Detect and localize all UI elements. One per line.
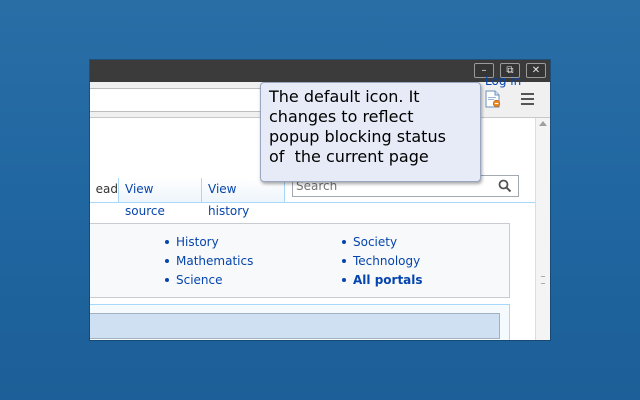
title-bar: – ⧉ ✕ xyxy=(90,60,550,82)
popup-icon-tooltip: The default icon. It changes to reflect … xyxy=(260,82,481,182)
scroll-up-arrow-icon[interactable] xyxy=(539,121,547,126)
popup-blocker-icon[interactable] xyxy=(485,90,501,108)
tab-view-source[interactable]: View source xyxy=(118,178,201,218)
tooltip-line: of the current page xyxy=(269,147,429,166)
portal-link-technology[interactable]: Technology xyxy=(341,254,420,268)
hamburger-menu-icon[interactable] xyxy=(521,93,534,105)
featured-box xyxy=(90,304,510,340)
portal-link-all-portals[interactable]: All portals xyxy=(342,273,423,287)
tab-read[interactable]: ead xyxy=(90,178,118,202)
vertical-scrollbar[interactable] xyxy=(535,118,550,340)
tooltip-line: popup blocking status xyxy=(269,127,446,146)
portals-box xyxy=(90,223,510,298)
portal-link-society[interactable]: Society xyxy=(341,235,397,249)
portal-link-history[interactable]: History xyxy=(165,235,219,249)
tabs-divider xyxy=(90,202,535,203)
featured-header xyxy=(90,313,500,339)
tooltip-line: The default icon. It xyxy=(269,87,420,106)
tooltip-line: changes to reflect xyxy=(269,107,414,126)
search-icon[interactable] xyxy=(498,179,512,193)
scroll-grip-icon[interactable] xyxy=(541,276,545,284)
close-button[interactable]: ✕ xyxy=(526,63,546,78)
portal-link-science[interactable]: Science xyxy=(165,273,223,287)
portal-link-mathematics[interactable]: Mathematics xyxy=(164,254,253,268)
login-link[interactable]: Log in xyxy=(485,74,521,88)
